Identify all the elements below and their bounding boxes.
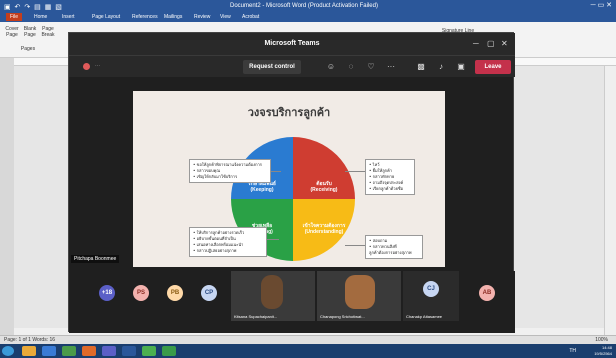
avatar: CJ xyxy=(423,281,439,297)
tab-references[interactable]: References xyxy=(132,14,158,20)
tab-view[interactable]: View xyxy=(220,14,231,20)
word-title-bar: ▣ ↶ ↷ ▤ ▦ ▧ Document2 - Microsoft Word (… xyxy=(0,0,616,12)
ribbon-tabs: File Home Insert Page Layout References … xyxy=(0,12,616,22)
firefox-icon[interactable] xyxy=(82,346,96,356)
meeting-toolbar: ··· Request control ☺ ◌ ♡ ··· ▩ ♪ ▣ Leav… xyxy=(69,55,515,77)
start-icon[interactable] xyxy=(2,346,14,356)
teams-title: Microsoft Teams xyxy=(264,40,320,47)
clock-date: 19/5/2564 xyxy=(594,351,612,356)
connector-line xyxy=(345,171,365,172)
taskbar: 14:48 19/5/2564 TH xyxy=(0,344,616,358)
participant-name: Chanakp Attasamee xyxy=(406,314,443,319)
word-title: Document2 - Microsoft Word (Product Acti… xyxy=(230,3,378,9)
page-break-button[interactable]: Page Break xyxy=(40,26,56,38)
overflow-count[interactable]: +18 xyxy=(99,285,115,301)
connector-line xyxy=(271,171,281,172)
reactions-icon[interactable]: ♡ xyxy=(365,61,377,73)
participant-video xyxy=(345,275,375,309)
quadrant-understanding: เข้าใจความต้องการ (Understanding) xyxy=(299,223,349,235)
tab-file[interactable]: File xyxy=(6,13,23,21)
participant-tile[interactable]: Chanapong Srichotiwat... xyxy=(317,271,401,321)
participant-name: Kitsana Supachaipanit... xyxy=(234,314,278,319)
keeping-line: • เชิญให้กลับมาใช้บริการ xyxy=(193,174,238,179)
avatar[interactable]: CP xyxy=(201,285,217,301)
ie-icon[interactable] xyxy=(42,346,56,356)
teams-icon[interactable] xyxy=(102,346,116,356)
avatar[interactable]: PB xyxy=(167,285,183,301)
close-icon[interactable]: ✕ xyxy=(501,33,508,55)
slide-title: วงจรบริการลูกค้า xyxy=(247,106,331,119)
minimize-icon[interactable]: ─ xyxy=(473,33,479,55)
tab-insert[interactable]: Insert xyxy=(62,14,75,20)
quadrant-receiving-en: (Receiving) xyxy=(310,187,338,193)
understanding-line: ลูกค้าต้องการอย่างสุภาพ xyxy=(369,250,412,255)
connector-line xyxy=(345,245,365,246)
avatar[interactable]: PS xyxy=(133,285,149,301)
participant-strip: +18 PS PB CP Kitsana Supachaipanit... Ch… xyxy=(69,271,515,333)
teams-window: Microsoft Teams ─ ▢ ✕ ··· Request contro… xyxy=(68,32,515,333)
participant-tile[interactable]: CJ Chanakp Attasamee xyxy=(403,271,459,321)
quadrant-keeping-en: (Keeping) xyxy=(250,187,274,193)
participant-video xyxy=(261,275,283,309)
helping-box: • ให้บริการลูกค้าอย่างรวดเร็ว • อธิบายขั… xyxy=(189,227,267,257)
more-options-icon[interactable]: ··· xyxy=(385,61,397,73)
leave-button[interactable]: Leave xyxy=(475,60,511,74)
share-icon[interactable]: ▣ xyxy=(455,61,467,73)
app-icon[interactable] xyxy=(62,346,76,356)
receiving-box: • ไหว้ • ยิ้มให้ลูกค้า • กล่าวทักทาย • ถ… xyxy=(365,159,415,195)
participants-icon[interactable]: ☺ xyxy=(325,61,337,73)
call-timer-icon: ··· xyxy=(95,63,100,69)
language-indicator[interactable]: TH xyxy=(569,348,576,354)
tab-page-layout[interactable]: Page Layout xyxy=(92,14,120,20)
tab-home[interactable]: Home xyxy=(34,14,47,20)
helping-line: • กล่าวปฏิเสธอย่างสุภาพ xyxy=(193,248,237,253)
maximize-icon[interactable]: ▢ xyxy=(487,33,495,55)
blank-page-button[interactable]: Blank Page xyxy=(22,26,38,38)
window-controls[interactable]: ─ ▭ ✕ xyxy=(591,0,612,12)
tab-acrobat[interactable]: Acrobat xyxy=(242,14,259,20)
tab-review[interactable]: Review xyxy=(194,14,210,20)
understanding-box: • สอบถาม • กล่าวทวนสิ่งที่ ลูกค้าต้องการ… xyxy=(365,235,423,259)
keeping-box: • ขอให้ลูกค้าพิจารณาแจ้งความต้องการ • กล… xyxy=(189,159,271,183)
participant-name: Chanapong Srichotiwat... xyxy=(320,314,365,319)
line-icon[interactable] xyxy=(142,346,156,356)
explorer-icon[interactable] xyxy=(22,346,36,356)
chat-icon[interactable]: ◌ xyxy=(345,61,357,73)
avatar[interactable]: AB xyxy=(479,285,495,301)
quadrant-understanding-en: (Understanding) xyxy=(304,229,344,235)
teams-title-bar: Microsoft Teams ─ ▢ ✕ xyxy=(69,33,515,55)
camera-off-icon[interactable]: ▩ xyxy=(415,61,427,73)
receiving-line: • เรียกลูกค้าด้วยชื่อ xyxy=(369,186,404,191)
presenter-name: Pitchapa Boonmee xyxy=(71,255,120,263)
pages-group-label: Pages xyxy=(20,46,36,52)
tab-mailings[interactable]: Mailings xyxy=(164,14,182,20)
connector-line xyxy=(267,239,279,240)
participant-tile[interactable]: Kitsana Supachaipanit... xyxy=(231,271,315,321)
recording-icon xyxy=(83,63,90,70)
excel-icon[interactable] xyxy=(162,346,176,356)
left-margin xyxy=(0,58,14,344)
shared-slide: วงจรบริการลูกค้า รักษาสัมพันธ์ (Keeping)… xyxy=(133,91,445,267)
system-tray[interactable]: 14:48 19/5/2564 xyxy=(594,345,612,357)
mic-off-icon[interactable]: ♪ xyxy=(435,61,447,73)
status-bar: Page: 1 of 1 Words: 16 100% xyxy=(0,335,616,344)
vertical-scrollbar[interactable] xyxy=(604,66,616,335)
quadrant-receiving: ต้อนรับ (Receiving) xyxy=(299,181,349,193)
request-control-button[interactable]: Request control xyxy=(243,60,301,74)
cover-page-button[interactable]: Cover Page xyxy=(4,26,20,38)
word-icon[interactable] xyxy=(122,346,136,356)
